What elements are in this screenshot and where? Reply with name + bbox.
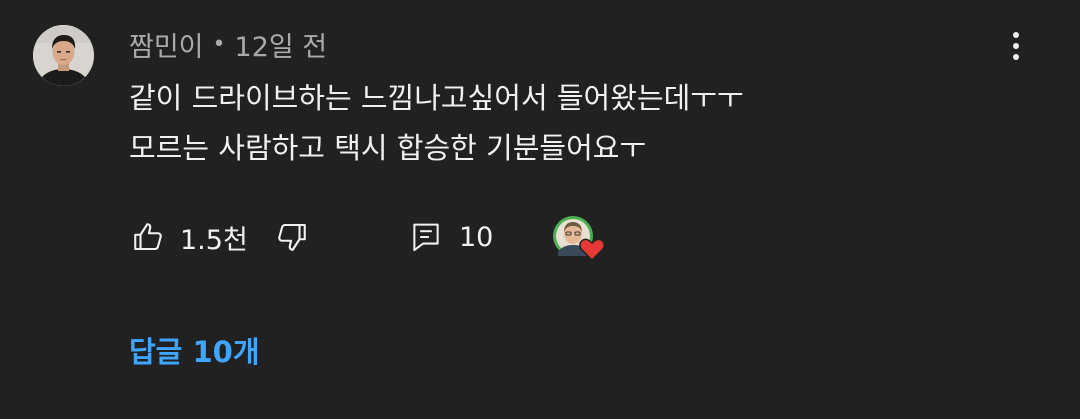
like-button[interactable]: 1.5천 <box>130 212 248 262</box>
thumbs-down-icon <box>274 219 310 255</box>
more-vertical-icon <box>1013 32 1019 38</box>
view-replies-button[interactable]: 답글 10개 <box>129 328 260 372</box>
more-options-button[interactable] <box>1000 26 1032 66</box>
comment-icon <box>410 219 442 255</box>
thumbs-up-icon <box>130 219 166 255</box>
separator-dot: • <box>212 31 226 57</box>
comment-header: 짬민이 • 12일 전 <box>129 24 327 64</box>
comment-text-line: 같이 드라이브하는 느낌나고싶어서 들어왔는데ㅜㅜ <box>129 81 744 115</box>
comment-action-bar: 1.5천 10 <box>0 212 1080 262</box>
reply-count: 10 <box>459 221 494 253</box>
comment-body: 같이 드라이브하는 느낌나고싶어서 들어왔는데ㅜㅜ 모르는 사람하고 택시 합승… <box>129 73 1009 173</box>
view-replies-label: 답글 10개 <box>129 335 260 369</box>
heart-icon <box>579 238 605 262</box>
author-avatar[interactable] <box>33 25 94 86</box>
comment-time[interactable]: 12일 전 <box>235 25 328 64</box>
reply-button[interactable]: 10 <box>410 212 493 262</box>
more-vertical-icon-dot <box>1013 54 1019 60</box>
more-vertical-icon-dot <box>1013 43 1019 49</box>
comment-text-line: 모르는 사람하고 택시 합승한 기분들어요ㅜ <box>129 131 647 165</box>
author-name[interactable]: 짬민이 <box>129 25 204 64</box>
like-count: 1.5천 <box>180 224 248 256</box>
creator-heart-badge <box>552 214 608 264</box>
dislike-button[interactable] <box>274 212 310 262</box>
